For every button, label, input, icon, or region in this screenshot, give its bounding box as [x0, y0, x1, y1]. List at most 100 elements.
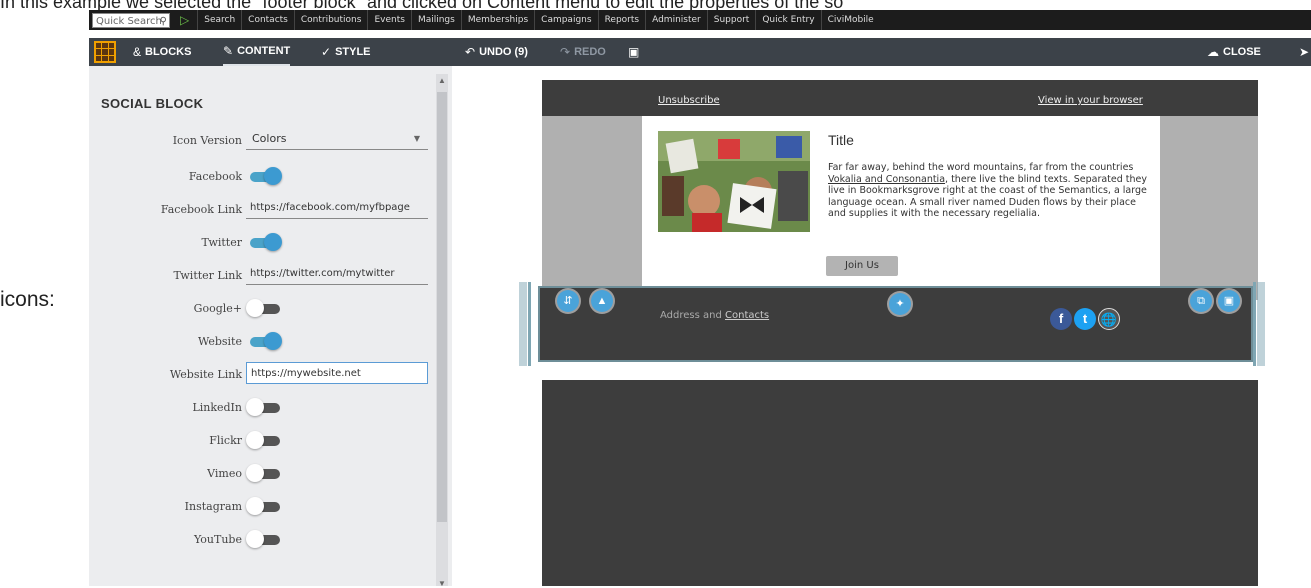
close-label: CLOSE — [1223, 46, 1261, 58]
scrollbar-thumb[interactable] — [437, 92, 447, 522]
close-button[interactable]: ☁ CLOSE — [1207, 38, 1261, 66]
unsubscribe-link[interactable]: Unsubscribe — [658, 95, 720, 106]
civicrm-menu-item[interactable]: Support — [706, 10, 756, 30]
quick-search-input[interactable]: Quick Search ⚲ — [92, 12, 170, 28]
duplicate-block-icon[interactable]: ⧉ — [1190, 290, 1212, 312]
property-row: Facebook — [89, 164, 434, 190]
civicrm-menubar: Quick Search ⚲ ▷ Search Contacts Contribut… — [89, 10, 1311, 30]
property-row: Twitter — [89, 230, 434, 256]
email-bottom-area — [536, 380, 1264, 586]
civicrm-menu-item[interactable]: Contributions — [293, 10, 368, 30]
content-block[interactable]: Title Far far away, behind the word moun… — [642, 116, 1160, 300]
civicrm-menu: Search Contacts Contributions Events Mailing… — [197, 10, 879, 30]
content-block-wrapper: Title Far far away, behind the word moun… — [536, 116, 1264, 300]
civicrm-menu-item[interactable]: Search — [197, 10, 241, 30]
editor-toolbar: & BLOCKS ✎ CONTENT ✓ STYLE ↶ UNDO (9) ↷ … — [89, 38, 1311, 66]
redo-icon: ↷ — [560, 45, 571, 59]
property-link-input[interactable]: https://facebook.com/myfbpage — [246, 197, 428, 219]
civicrm-menu-item[interactable]: Administer — [645, 10, 707, 30]
view-in-browser-link[interactable]: View in your browser — [1038, 95, 1143, 106]
brush-icon: ✓ — [321, 45, 332, 59]
tab-content[interactable]: ✎ CONTENT — [223, 38, 291, 66]
property-label: Instagram — [184, 500, 242, 513]
mosaico-logo-icon — [94, 41, 116, 63]
property-row: Website — [89, 329, 434, 355]
tab-blocks[interactable]: & BLOCKS — [133, 38, 191, 66]
property-row: Google+ — [89, 296, 434, 322]
send-icon[interactable]: ➤ — [1299, 38, 1309, 66]
globe-icon[interactable]: 🌐 — [1098, 308, 1120, 330]
property-label: Website Link — [169, 368, 242, 381]
property-label: Vimeo — [207, 467, 242, 480]
civicrm-menu-item[interactable]: Quick Entry — [755, 10, 820, 30]
civicrm-menu-item[interactable]: Mailings — [410, 10, 461, 30]
property-label: Twitter Link — [173, 269, 242, 282]
preheader-block[interactable]: Unsubscribe View in your browser — [536, 80, 1264, 116]
property-toggle[interactable] — [246, 395, 284, 421]
preview-image-button[interactable]: ▣ — [628, 38, 639, 66]
scroll-down-icon[interactable]: ▼ — [438, 579, 446, 588]
delete-block-icon[interactable]: ▣ — [1218, 290, 1240, 312]
icon-version-select[interactable]: Colors ▼ — [246, 128, 428, 150]
civicrm-logo-icon[interactable]: ▷ — [180, 13, 189, 27]
tab-style[interactable]: ✓ STYLE — [321, 38, 371, 66]
icon-version-value: Colors — [252, 132, 287, 145]
property-label: LinkedIn — [192, 401, 242, 414]
chevron-down-icon: ▼ — [413, 134, 420, 143]
property-label: Twitter — [201, 236, 243, 249]
icon-version-label: Icon Version — [172, 134, 242, 147]
property-row: LinkedIn — [89, 395, 434, 421]
civicrm-menu-item[interactable]: Memberships — [460, 10, 534, 30]
property-toggle[interactable] — [246, 527, 284, 553]
property-toggle[interactable] — [246, 428, 284, 454]
redo-label: REDO — [574, 46, 606, 58]
body-text-part-1: Far far away, behind the word mountains,… — [828, 162, 1134, 173]
magic-wand-icon[interactable]: ✦ — [889, 293, 911, 315]
civicrm-menu-item[interactable]: Reports — [597, 10, 646, 30]
civicrm-menu-item[interactable]: CiviMobile — [820, 10, 880, 30]
property-label: YouTube — [194, 533, 242, 546]
contacts-link[interactable]: Contacts — [725, 310, 769, 321]
search-icon: ⚲ — [159, 15, 167, 27]
property-toggle[interactable] — [246, 296, 284, 322]
property-link-input[interactable]: https://twitter.com/mytwitter — [246, 263, 428, 285]
property-toggle[interactable] — [246, 461, 284, 487]
cubes-icon: & — [133, 45, 142, 59]
move-block-icon[interactable]: ⇵ — [557, 290, 579, 312]
facebook-icon[interactable]: f — [1050, 308, 1072, 330]
pencil-icon: ✎ — [223, 44, 234, 58]
property-toggle[interactable] — [246, 494, 284, 520]
body-text-link[interactable]: Vokalia and Consonantia — [828, 174, 945, 185]
tab-content-label: CONTENT — [237, 45, 291, 57]
redo-button[interactable]: ↷ REDO — [560, 38, 606, 66]
property-toggle[interactable] — [246, 164, 284, 190]
property-link-input[interactable]: https://mywebsite.net — [246, 362, 428, 384]
civicrm-menu-item[interactable]: Events — [367, 10, 410, 30]
block-body-text[interactable]: Far far away, behind the word mountains,… — [828, 162, 1152, 220]
scroll-up-icon[interactable]: ▲ — [438, 76, 446, 85]
quick-search-placeholder: Quick Search — [96, 15, 162, 27]
tab-blocks-label: BLOCKS — [145, 46, 192, 58]
tab-style-label: STYLE — [335, 46, 371, 58]
property-label: Flickr — [209, 434, 242, 447]
property-label: Website — [197, 335, 242, 348]
doc-icons-label: icons: — [0, 288, 55, 311]
block-title[interactable]: Title — [828, 132, 854, 148]
property-row: Twitter Link https://twitter.com/mytwitte… — [89, 263, 434, 289]
undo-button[interactable]: ↶ UNDO (9) — [465, 38, 528, 66]
civicrm-menu-item[interactable]: Campaigns — [534, 10, 597, 30]
footer-address-text: Address and Contacts — [660, 310, 769, 321]
move-up-icon[interactable]: ▲ — [591, 290, 613, 312]
panel-title: SOCIAL BLOCK — [101, 96, 204, 111]
property-toggle[interactable] — [246, 329, 284, 355]
property-row: Website Link https://mywebsite.net — [89, 362, 434, 388]
join-us-button[interactable]: Join Us — [826, 256, 898, 276]
twitter-icon[interactable]: t — [1074, 308, 1096, 330]
panel-scrollbar[interactable]: ▲ ▼ — [436, 74, 448, 588]
property-row: Instagram — [89, 494, 434, 520]
civicrm-menu-item[interactable]: Contacts — [241, 10, 294, 30]
property-row: YouTube — [89, 527, 434, 553]
property-toggle[interactable] — [246, 230, 284, 256]
block-image[interactable] — [658, 131, 810, 232]
image-icon: ▣ — [628, 45, 640, 59]
